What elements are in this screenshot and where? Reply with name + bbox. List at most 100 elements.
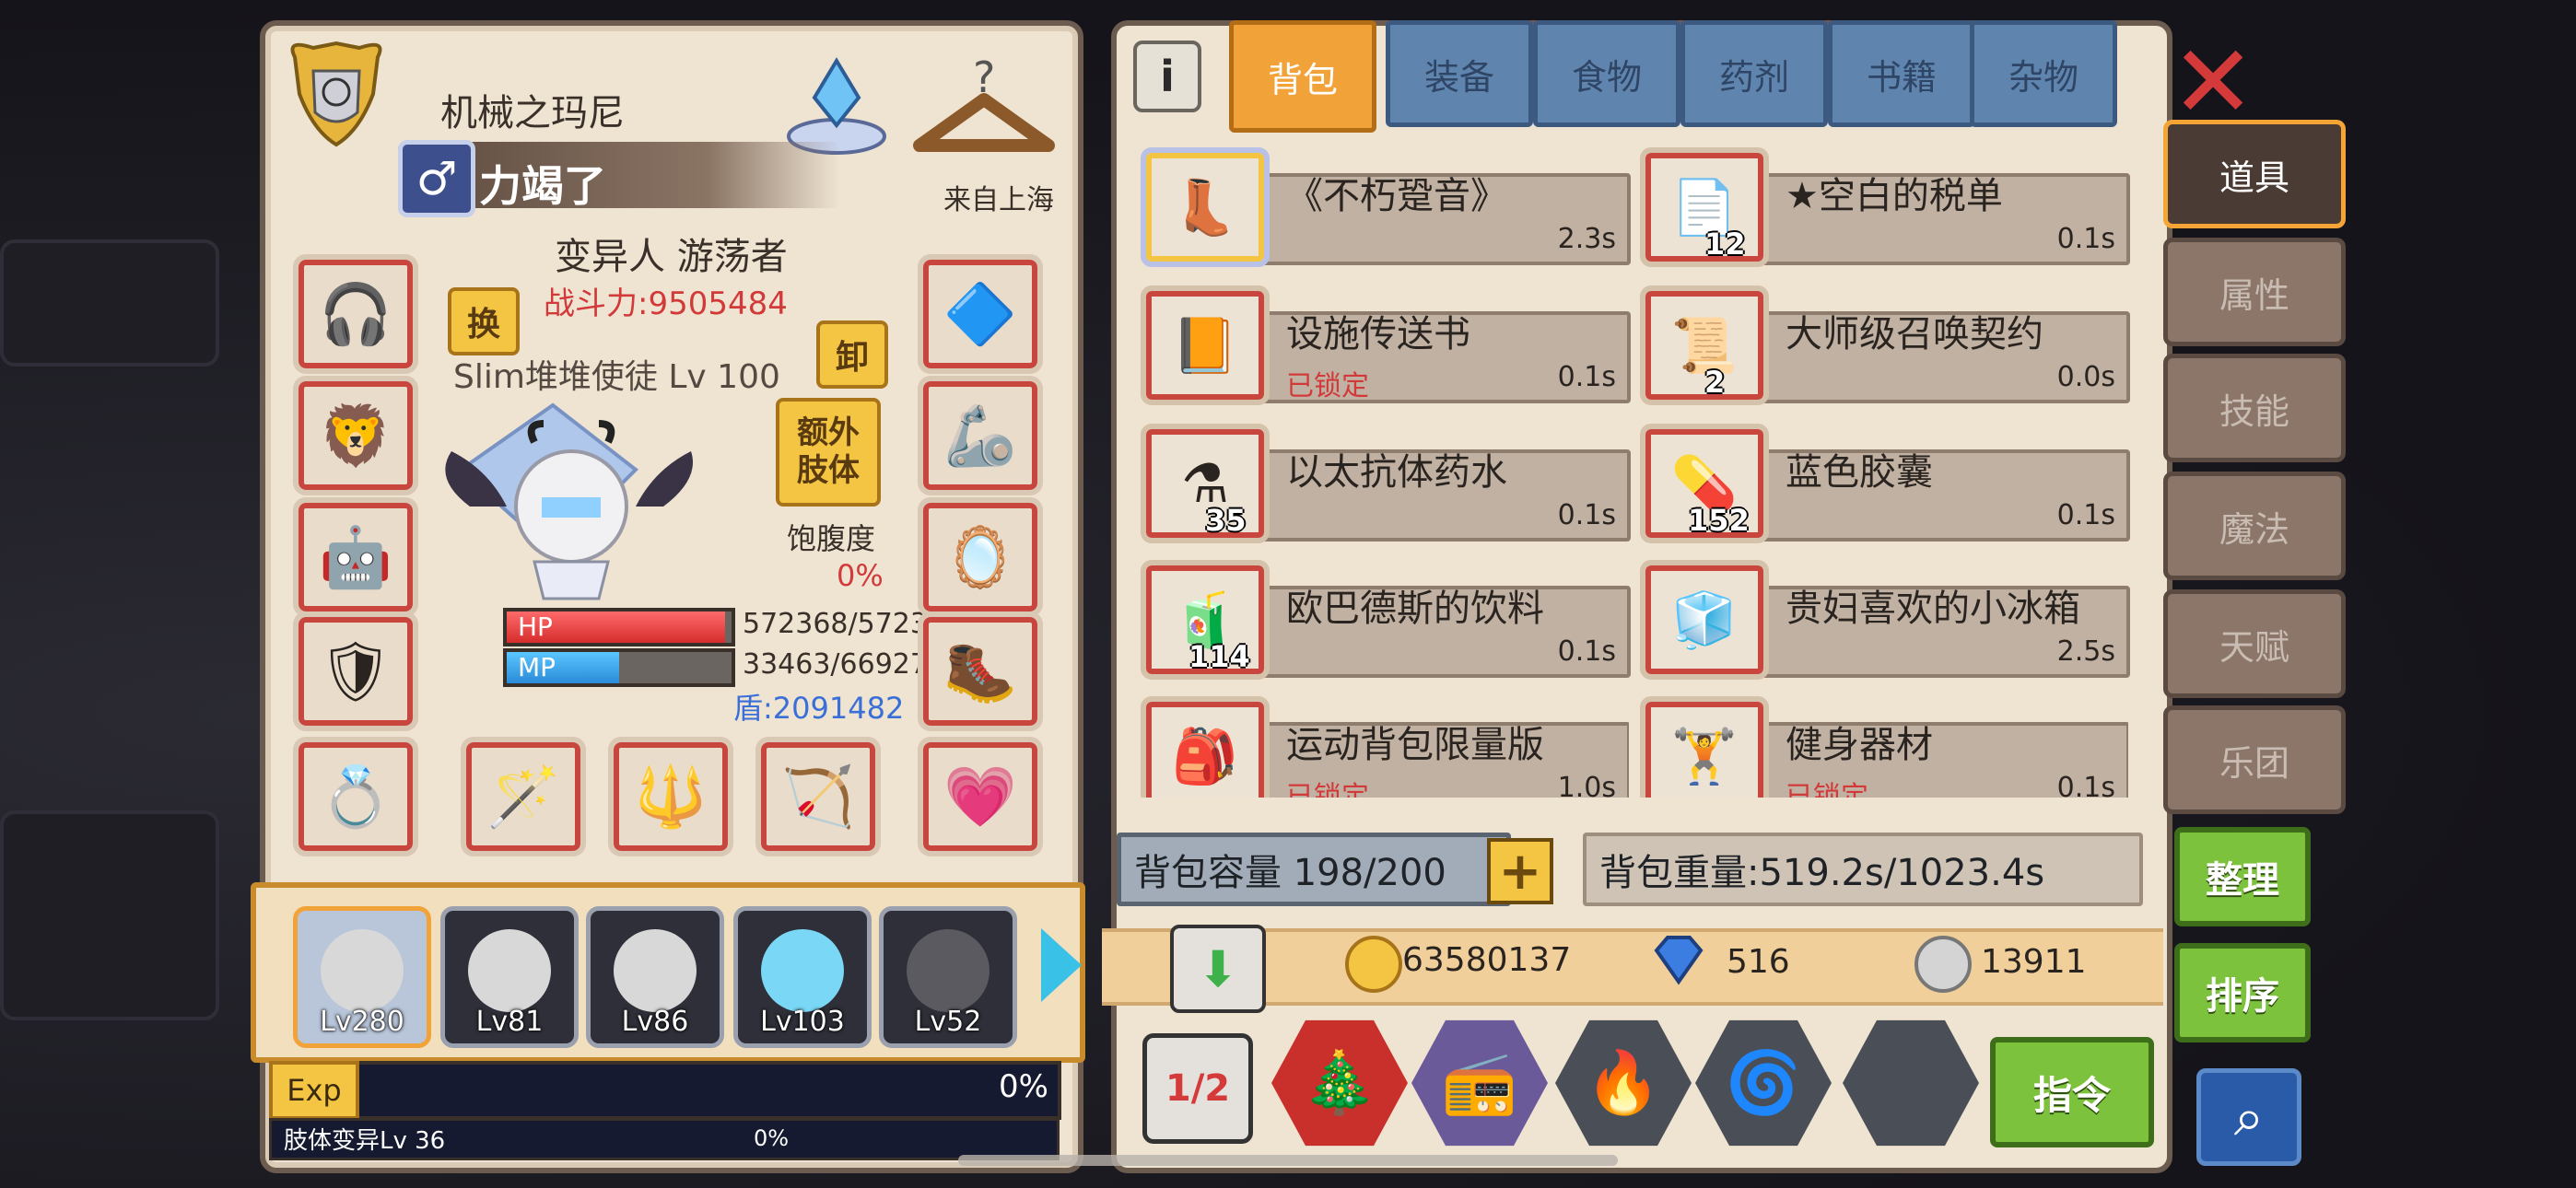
side-tab-talent[interactable]: 天赋 xyxy=(2163,589,2346,698)
unequip-button[interactable]: 卸 xyxy=(816,320,888,389)
boots-icon: 🥾 xyxy=(943,637,1017,706)
swap-button[interactable]: 换 xyxy=(448,287,520,355)
info-icon[interactable]: i xyxy=(1133,41,1201,112)
side-tab-attributes[interactable]: 属性 xyxy=(2163,238,2346,346)
item-name: 大师级召唤契约 xyxy=(1786,313,2043,355)
party-member[interactable]: Lv103 xyxy=(733,906,872,1048)
list-item[interactable]: 🎒 运动背包限量版 已锁定 1.0s xyxy=(1141,696,1629,798)
side-tab-items[interactable]: 道具 xyxy=(2163,120,2346,228)
split-stack-button[interactable]: 1/2 xyxy=(1142,1033,1253,1144)
tab-backpack[interactable]: 背包 xyxy=(1229,20,1376,133)
silver-coin-icon xyxy=(1914,936,1972,993)
item-name: 健身器材 xyxy=(1786,724,1933,766)
list-item[interactable]: 📙 设施传送书 已锁定 0.1s xyxy=(1141,285,1631,411)
exp-tag: Exp xyxy=(269,1061,359,1120)
equip-slot-boots[interactable]: 🥾 xyxy=(918,611,1043,731)
list-item[interactable]: 👢 《不朽跫音》 2.3s xyxy=(1141,147,1631,273)
tab-food[interactable]: 食物 xyxy=(1533,20,1680,127)
guild-emblem-icon[interactable] xyxy=(286,39,387,149)
equip-slot-gauntlet[interactable]: 🦾 xyxy=(918,376,1043,495)
equip-slot-ring[interactable]: 💍 xyxy=(293,737,418,856)
gauntlet-icon: 🦾 xyxy=(943,402,1017,471)
wardrobe-hanger-icon[interactable]: ? xyxy=(910,46,1058,166)
silver-amount: 13911 xyxy=(1981,943,2087,981)
gold-coin-icon xyxy=(1345,936,1402,993)
fridge-icon: 🧊 xyxy=(1640,560,1769,680)
gold-amount: 63580137 xyxy=(1402,941,1572,979)
home-indicator[interactable] xyxy=(958,1155,1618,1166)
avatar xyxy=(907,929,989,1012)
book-icon: 📙 xyxy=(1141,285,1270,405)
list-item[interactable]: ⚗ 35 以太抗体药水 0.1s xyxy=(1141,424,1631,549)
lock-status: 已锁定 xyxy=(1286,370,1369,402)
satiety-label: 饱腹度 xyxy=(787,521,876,556)
search-icon[interactable]: ⌕ xyxy=(2196,1068,2301,1166)
staff-icon: 🪄 xyxy=(486,763,560,832)
character-class: 变异人 游荡者 xyxy=(555,236,788,278)
party-member[interactable]: Lv52 xyxy=(879,906,1017,1048)
background-tile xyxy=(0,810,219,1020)
equip-slot-mech[interactable]: 🤖 xyxy=(293,497,418,617)
party-member[interactable]: Lv86 xyxy=(586,906,724,1048)
tab-equipment[interactable]: 装备 xyxy=(1386,20,1533,127)
equip-slot-headwear[interactable]: 🎧 xyxy=(293,254,418,374)
equip-slot-emblem[interactable]: 🔷 xyxy=(918,254,1043,374)
item-name: 设施传送书 xyxy=(1286,313,1470,355)
diamond-amount: 516 xyxy=(1727,943,1790,981)
expand-capacity-button[interactable]: + xyxy=(1487,838,1553,904)
mp-value: 33463/66927 xyxy=(743,648,928,681)
party-member-level: Lv280 xyxy=(320,1006,404,1038)
golden-boot-icon: 👢 xyxy=(1141,147,1270,267)
side-tab-skills[interactable]: 技能 xyxy=(2163,354,2346,462)
party-member-level: Lv86 xyxy=(621,1006,689,1038)
item-time: 2.5s xyxy=(2056,635,2115,668)
exp-percent: 0% xyxy=(999,1068,1048,1105)
item-name: 运动背包限量版 xyxy=(1286,724,1544,766)
item-time: 2.3s xyxy=(1557,223,1616,255)
list-item[interactable]: 📄 12 ★空白的税单 0.1s xyxy=(1640,147,2130,273)
list-item[interactable]: 📜 2 大师级召唤契约 0.0s xyxy=(1640,285,2130,411)
item-time: 0.1s xyxy=(1557,635,1616,668)
side-tab-magic[interactable]: 魔法 xyxy=(2163,472,2346,580)
equip-slot-weapon-1[interactable]: 🪄 xyxy=(461,737,586,856)
organize-button[interactable]: 整理 xyxy=(2174,827,2311,926)
background-tile xyxy=(0,239,219,367)
extra-limb-button[interactable]: 额外 肢体 xyxy=(776,398,881,507)
character-title: 机械之玛尼 xyxy=(440,92,625,134)
download-icon[interactable]: ⬇ xyxy=(1170,925,1266,1013)
item-time: 0.1s xyxy=(2056,499,2115,531)
equip-slot-armor[interactable]: 🛡 xyxy=(293,611,418,731)
armor-icon: 🛡 xyxy=(318,637,393,706)
close-icon[interactable]: ✕ xyxy=(2171,31,2255,133)
party-member-level: Lv81 xyxy=(475,1006,544,1038)
item-time: 0.1s xyxy=(1557,361,1616,393)
sort-button[interactable]: 排序 xyxy=(2174,943,2311,1042)
list-item[interactable]: 🧊 贵妇喜欢的小冰箱 2.5s xyxy=(1640,560,2130,685)
equip-slot-accessory[interactable]: 💗 xyxy=(918,737,1043,856)
list-item[interactable]: 🏋 健身器材 已锁定 0.1s xyxy=(1640,696,2128,798)
command-button[interactable]: 指令 xyxy=(1990,1037,2154,1147)
equip-slot-weapon-3[interactable]: 🏹 xyxy=(755,737,881,856)
item-name: 贵妇喜欢的小冰箱 xyxy=(1786,588,2080,630)
tab-misc[interactable]: 杂物 xyxy=(1970,20,2117,127)
item-time: 0.1s xyxy=(2056,223,2115,255)
mutation-label: 肢体变异Lv 36 xyxy=(284,1127,446,1155)
item-time: 0.1s xyxy=(2056,772,2115,798)
list-item[interactable]: 🧃 114 欧巴德斯的饮料 0.1s xyxy=(1141,560,1631,685)
tab-books[interactable]: 书籍 xyxy=(1828,20,1975,127)
avatar xyxy=(614,929,697,1012)
equip-slot-mirror[interactable]: 🪞 xyxy=(918,497,1043,617)
tab-potions[interactable]: 药剂 xyxy=(1680,20,1828,127)
equip-slot-pet[interactable]: 🦁 xyxy=(293,376,418,495)
party-member[interactable]: Lv81 xyxy=(440,906,579,1048)
party-next-arrow-icon[interactable] xyxy=(1041,928,1082,1002)
equip-slot-weapon-2[interactable]: 🔱 xyxy=(608,737,733,856)
item-count: 12 xyxy=(1704,227,1746,262)
item-count: 35 xyxy=(1205,503,1247,538)
party-member[interactable]: Lv280 xyxy=(293,906,431,1048)
list-item[interactable]: 💊 152 蓝色胶囊 0.1s xyxy=(1640,424,2130,549)
side-tab-band[interactable]: 乐团 xyxy=(2163,705,2346,814)
item-count: 114 xyxy=(1188,639,1250,674)
avatar xyxy=(321,929,404,1012)
ring-icon: 💍 xyxy=(319,763,392,832)
